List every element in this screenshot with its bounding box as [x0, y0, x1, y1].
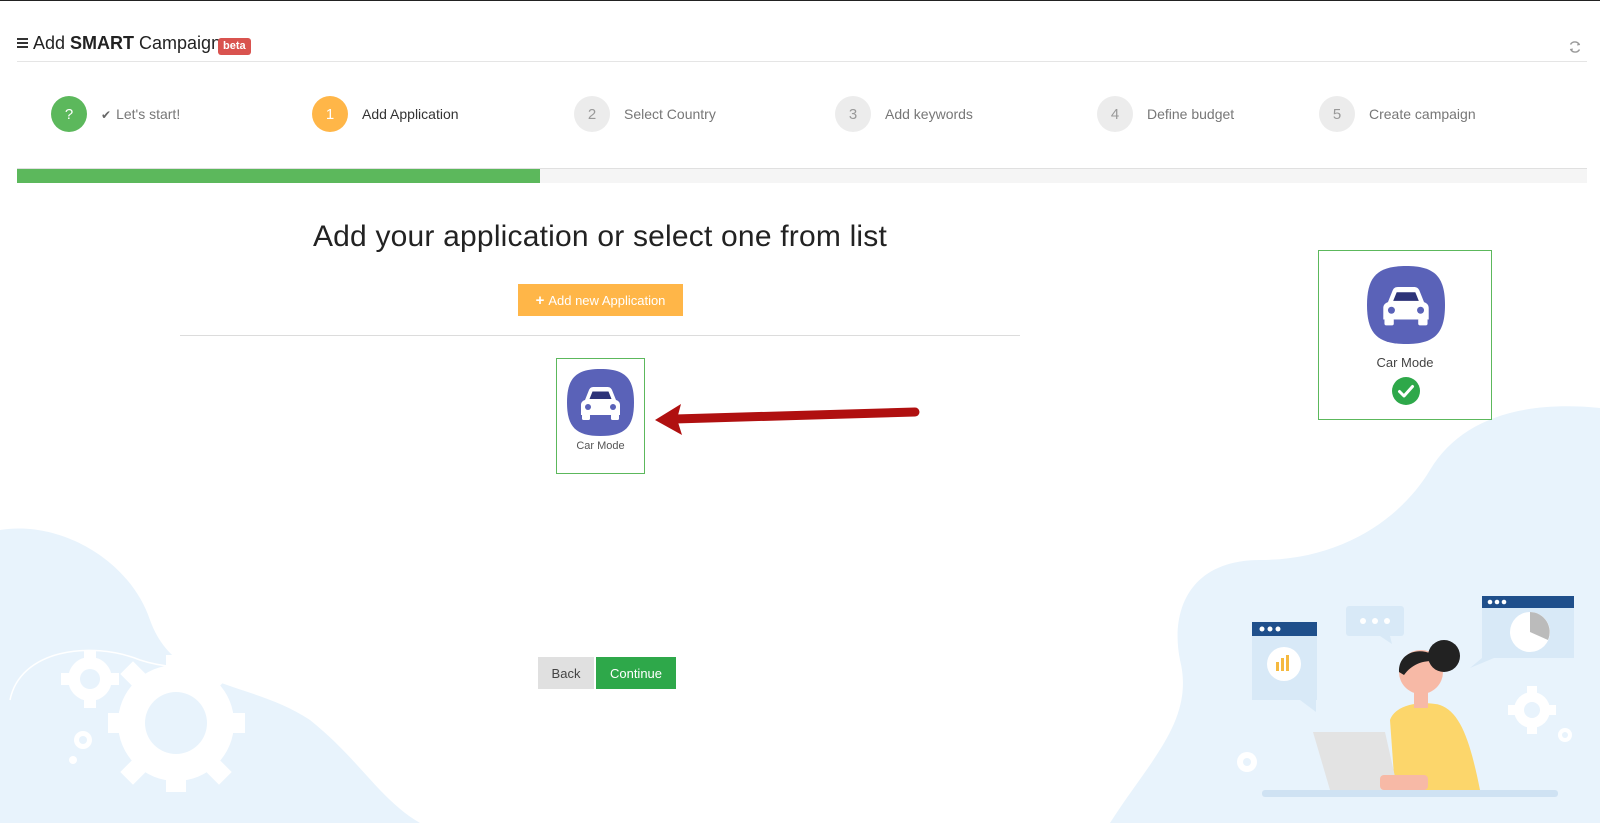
step-label: Define budget	[1147, 106, 1235, 122]
car-icon	[1367, 266, 1445, 344]
step-select-country[interactable]: 2 Select Country	[574, 95, 716, 133]
step-label: Create campaign	[1369, 106, 1476, 122]
check-icon: ✔	[101, 108, 112, 122]
progress-fill	[17, 169, 540, 183]
step-number: 3	[835, 96, 871, 132]
wizard-navigation: Back Continue	[538, 657, 676, 689]
step-define-budget[interactable]: 4 Define budget	[1097, 95, 1234, 133]
selected-app-name: Car Mode	[1376, 355, 1434, 370]
add-button-label: Add new Application	[548, 292, 666, 308]
wizard-steps: ? ✔ Let's start! 1 Add Application 2 Sele…	[0, 95, 1600, 137]
menu-icon[interactable]	[17, 38, 28, 50]
back-button[interactable]: Back	[538, 657, 594, 689]
divider	[180, 335, 1020, 336]
title-prefix: Add	[33, 33, 71, 53]
red-arrow-annotation	[655, 404, 920, 435]
refresh-icon[interactable]	[1568, 40, 1582, 54]
step-label: Add keywords	[885, 106, 973, 122]
step-add-application[interactable]: 1 Add Application	[312, 95, 459, 133]
add-new-application-button[interactable]: + Add new Application	[518, 284, 683, 316]
step-number: 2	[574, 96, 610, 132]
app-tile-car-mode[interactable]: Car Mode	[556, 358, 645, 474]
check-circle-icon	[1392, 377, 1420, 405]
page-header: Add SMART Campaign beta	[17, 30, 1587, 62]
car-icon	[567, 369, 634, 436]
step-add-keywords[interactable]: 3 Add keywords	[835, 95, 973, 133]
step-lets-start[interactable]: ? ✔ Let's start!	[51, 95, 180, 133]
step-number: 1	[312, 96, 348, 132]
title-suffix: Campaign	[134, 33, 222, 53]
selected-app-card: Car Mode	[1318, 250, 1492, 420]
app-name: Car Mode	[576, 440, 625, 452]
step-label: Select Country	[624, 106, 716, 122]
continue-button[interactable]: Continue	[596, 657, 676, 689]
step-number: 4	[1097, 96, 1133, 132]
step-number: 5	[1319, 96, 1355, 132]
step-create-campaign[interactable]: 5 Create campaign	[1319, 95, 1476, 133]
page-title: Add SMART Campaign	[33, 33, 221, 54]
wizard-progress-bar	[17, 168, 1587, 183]
step-label: Let's start!	[116, 106, 181, 122]
title-bold: SMART	[70, 33, 135, 53]
main-title: Add your application or select one from …	[312, 220, 888, 253]
plus-icon: +	[535, 291, 545, 309]
step-label: Add Application	[362, 106, 459, 122]
step-number: ?	[51, 96, 87, 132]
beta-badge: beta	[218, 38, 251, 55]
